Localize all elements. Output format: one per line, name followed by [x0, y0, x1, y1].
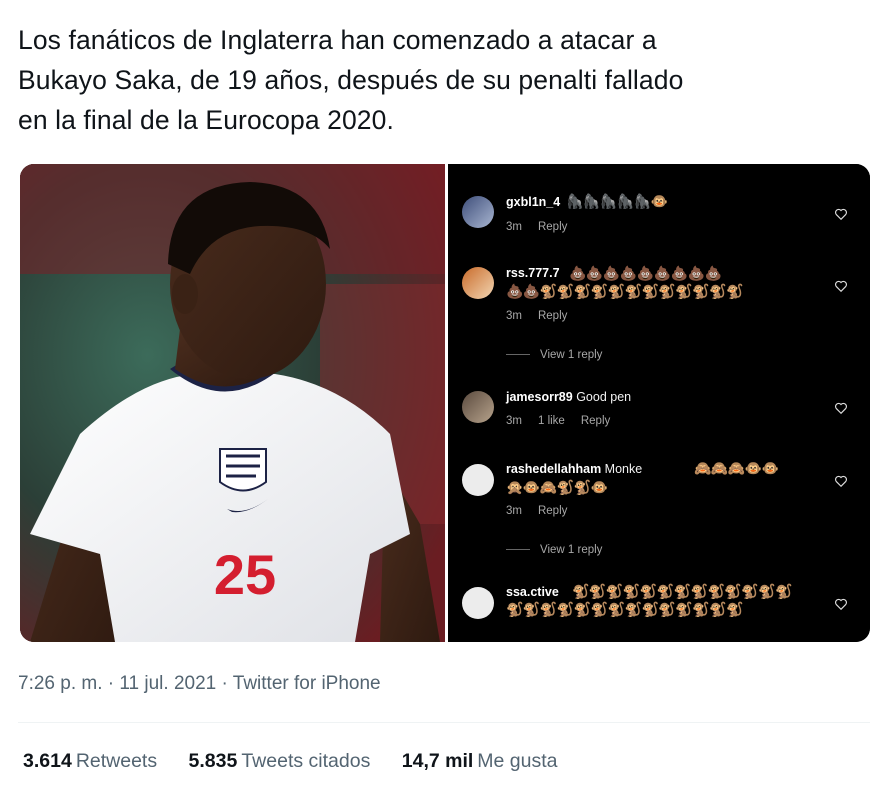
shirt-number: 25 [214, 543, 276, 606]
tweet-text: Los fanáticos de Inglaterra han comenzad… [18, 20, 878, 140]
comment-username: jamesorr89 Good pen [506, 390, 631, 404]
heart-icon [835, 475, 847, 488]
comment-time: 3m [506, 221, 522, 233]
view-replies-link: View 1 reply [506, 544, 602, 556]
tweet-text-line: en la final de la Eurocopa 2020. [18, 105, 394, 135]
comment-username-text: rashedellahham [506, 462, 602, 476]
comment-likes: 1 like [537, 415, 565, 427]
source-label[interactable]: Twitter for iPhone [233, 673, 381, 694]
quotes-count: 5.835 [188, 750, 238, 772]
timestamp-text[interactable]: 7:26 p. m. · 11 jul. 2021 · [18, 673, 233, 694]
comment-username: rss.777.7 [506, 266, 560, 280]
comment-emoji: 💩💩💩💩💩💩💩💩💩 [569, 265, 722, 281]
tweet-stats: 3.614 Retweets 5.835 Tweets citados 14,7 m… [23, 750, 584, 773]
comment-username: gxbl1n_4 [506, 195, 561, 209]
heart-icon [835, 208, 847, 221]
avatar [462, 391, 494, 423]
likes-stat[interactable]: 14,7 mil Me gusta [402, 750, 558, 772]
heart-icon [835, 402, 847, 415]
tweet-text-line: Bukayo Saka, de 19 años, después de su p… [18, 65, 684, 95]
view-replies-label: View 1 reply [540, 349, 603, 361]
comment-emoji: 🐒🐒🐒🐒🐒🐒🐒🐒🐒🐒🐒🐒🐒🐒 [506, 601, 744, 617]
comments-screenshot[interactable]: gxbl1n_4 🦍🦍🦍🦍🦍🐵 3m Reply rss.777.7 💩💩💩💩💩💩… [448, 164, 870, 642]
retweets-label: Retweets [75, 750, 158, 772]
avatar [462, 464, 494, 496]
view-replies-label: View 1 reply [540, 544, 603, 556]
comment-meta: 3m Reply [506, 505, 583, 517]
comment-reply-button: Reply [580, 415, 611, 427]
comment-time: 3m [506, 310, 522, 322]
comment-emoji: 🐒🐒🐒🐒🐒🐒🐒🐒🐒🐒🐒🐒🐒 [572, 583, 793, 599]
comment-emoji: 🦍🦍🦍🦍🦍🐵 [566, 193, 668, 209]
divider [18, 722, 870, 723]
comment-username: ssa.ctive [506, 585, 559, 599]
heart-icon [835, 598, 847, 611]
comment-text: Good pen [576, 390, 632, 404]
player-photo[interactable]: 25 [20, 164, 445, 642]
comment-reply-button: Reply [537, 221, 568, 233]
comment-reply-button: Reply [537, 505, 568, 517]
retweets-count: 3.614 [23, 750, 72, 772]
comment-username-text: jamesorr89 [506, 390, 573, 404]
tweet-media[interactable]: 25 gxbl1n_4 🦍🦍🦍🦍🦍🐵 3m Reply rss.777.7 💩💩💩… [20, 164, 870, 642]
retweets-stat[interactable]: 3.614 Retweets [23, 750, 157, 772]
avatar [462, 196, 494, 228]
comment-meta: 3m Reply [506, 310, 583, 322]
avatar [462, 267, 494, 299]
likes-label: Me gusta [477, 750, 558, 772]
comment-emoji: 🙈🙈🙈🐵🐵 [694, 460, 779, 476]
comment-username: rashedellahham Monke [506, 462, 642, 476]
view-replies-link: View 1 reply [506, 349, 602, 361]
tweet-timestamp: 7:26 p. m. · 11 jul. 2021 · Twitter for … [18, 673, 381, 695]
likes-count: 14,7 mil [401, 750, 474, 772]
quotes-stat[interactable]: 5.835 Tweets citados [189, 750, 371, 772]
comment-meta: 3m Reply [506, 221, 583, 233]
comment-time: 3m [506, 505, 522, 517]
quotes-label: Tweets citados [241, 750, 371, 772]
comment-text: Monke [604, 462, 643, 476]
comment-emoji: 🙊🐵🙈🐒🐒🐵 [506, 479, 608, 495]
player-illustration: 25 [20, 164, 445, 642]
comment-meta: 3m 1 like Reply [506, 415, 626, 427]
comment-emoji: 💩💩🐒🐒🐒🐒🐒🐒🐒🐒🐒🐒🐒🐒 [506, 283, 744, 299]
heart-icon [835, 280, 847, 293]
comment-time: 3m [506, 415, 522, 427]
tweet-text-line: Los fanáticos de Inglaterra han comenzad… [18, 25, 657, 55]
avatar [462, 587, 494, 619]
comment-reply-button: Reply [537, 310, 568, 322]
